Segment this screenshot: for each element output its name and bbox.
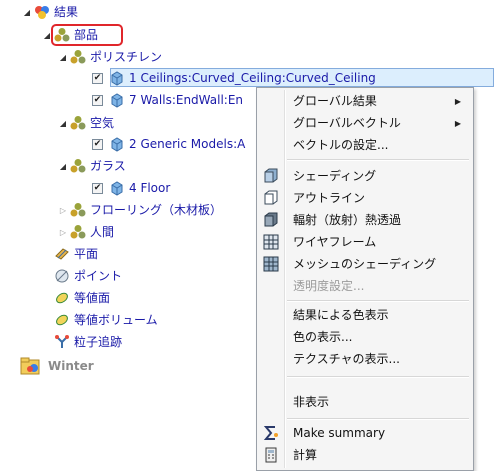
menu-separator xyxy=(287,300,469,302)
material-icon xyxy=(70,225,86,239)
tree-label: 平面 xyxy=(74,247,99,261)
menu-item-shading[interactable]: シェーディング xyxy=(259,165,471,187)
collapse-arrow-icon[interactable]: ▷ xyxy=(58,222,68,242)
material-icon xyxy=(70,116,86,130)
part-cube-icon xyxy=(111,71,123,86)
plane-icon xyxy=(55,248,69,260)
tree-item-walls[interactable]: ✔ 7 Walls:EndWall:En xyxy=(92,90,243,110)
material-icon xyxy=(70,50,86,64)
tree-label: フローリング（木材板） xyxy=(90,203,223,217)
expand-arrow-icon[interactable]: ◢ xyxy=(58,156,68,176)
visibility-checkbox[interactable]: ✔ xyxy=(92,138,103,150)
tree-label: ポリスチレン xyxy=(90,50,163,64)
results-icon xyxy=(35,6,49,19)
menu-item-radiation[interactable]: 輻射（放射）熱透過 xyxy=(259,209,471,231)
part-cube-icon xyxy=(111,181,123,196)
tree-item-air[interactable]: ◢ 空気 xyxy=(58,113,114,133)
collapse-arrow-icon[interactable]: ▷ xyxy=(58,200,68,220)
wireframe-icon xyxy=(263,234,279,250)
menu-item-make-summary[interactable]: Make summary xyxy=(259,422,471,444)
submenu-arrow-icon: ▶ xyxy=(454,96,461,106)
tree-label: Winter xyxy=(48,359,94,373)
tree-item-winter[interactable]: Winter xyxy=(20,356,94,376)
tree-item-flooring[interactable]: ▷ フローリング（木材板） xyxy=(58,200,222,220)
tree-item-ceilings[interactable]: ✔ 1 Ceilings:Curved_Ceiling:Curved_Ceili… xyxy=(92,68,376,88)
calculator-icon xyxy=(265,447,277,463)
tree-item-human[interactable]: ▷ 人間 xyxy=(58,222,114,242)
menu-item-hide[interactable]: 非表示 xyxy=(259,391,471,413)
expand-arrow-icon[interactable]: ◢ xyxy=(42,25,52,45)
material-icon xyxy=(70,159,86,173)
tree-item-plane[interactable]: 平面 xyxy=(54,244,98,264)
visibility-checkbox[interactable]: ✔ xyxy=(92,72,103,84)
visibility-checkbox[interactable]: ✔ xyxy=(92,182,103,194)
expand-arrow-icon[interactable]: ◢ xyxy=(22,2,32,22)
menu-separator xyxy=(287,376,469,378)
menu-item-mesh-shading[interactable]: メッシュのシェーディング xyxy=(259,253,471,275)
tree-item-isosurface[interactable]: 等値面 xyxy=(54,288,110,308)
parts-icon xyxy=(54,28,70,42)
tree-label: 人間 xyxy=(90,225,115,239)
scenario-folder-icon xyxy=(20,357,40,375)
isosurface-icon xyxy=(56,292,68,304)
menu-item-transparency: 透明度設定... xyxy=(293,279,365,293)
tree-label: 4 Floor xyxy=(129,181,171,195)
submenu-arrow-icon: ▶ xyxy=(454,118,461,128)
tree-label: 部品 xyxy=(74,28,99,42)
menu-item-vector-settings[interactable]: ベクトルの設定... xyxy=(259,134,471,156)
expand-arrow-icon[interactable]: ◢ xyxy=(58,113,68,133)
menu-item-show-color[interactable]: 色の表示... xyxy=(259,326,471,348)
menu-item-show-texture[interactable]: テクスチャの表示... xyxy=(259,348,471,370)
tree-item-floor[interactable]: ✔ 4 Floor xyxy=(92,178,170,198)
context-menu: グローバル結果 ▶ グローバルベクトル ▶ ベクトルの設定... シェーディング… xyxy=(256,87,474,471)
menu-item-color-by-results[interactable]: 結果による色表示 xyxy=(259,304,471,326)
outline-icon xyxy=(264,190,278,205)
tree-label: ガラス xyxy=(90,159,126,173)
tree-label: ポイント xyxy=(74,269,123,283)
particle-trace-icon xyxy=(55,335,69,348)
tree-label: 等値ボリューム xyxy=(74,313,158,327)
point-icon xyxy=(55,269,69,283)
part-cube-icon xyxy=(111,137,123,152)
visibility-checkbox[interactable]: ✔ xyxy=(92,94,103,106)
tree-label: 結果 xyxy=(54,5,79,19)
tree-item-results[interactable]: ◢ 結果 xyxy=(22,2,78,22)
material-icon xyxy=(70,203,86,217)
tree-item-point[interactable]: ポイント xyxy=(54,266,122,286)
menu-separator xyxy=(287,418,469,420)
tree-label: 粒子追跡 xyxy=(74,335,123,349)
tree-label: 空気 xyxy=(90,116,115,130)
tree-label: 2 Generic Models:A xyxy=(129,137,246,151)
shading-icon xyxy=(264,168,278,183)
tree-label: 1 Ceilings:Curved_Ceiling:Curved_Ceiling xyxy=(129,71,376,85)
tree-item-parts[interactable]: ◢ 部品 xyxy=(42,25,98,45)
menu-item-global-vectors[interactable]: グローバルベクトル ▶ xyxy=(259,112,471,134)
menu-separator xyxy=(287,159,469,161)
sigma-summary-icon xyxy=(263,426,278,440)
menu-item-global-results[interactable]: グローバル結果 ▶ xyxy=(259,90,471,112)
tree-label: 等値面 xyxy=(74,291,111,305)
tree-item-glass[interactable]: ◢ ガラス xyxy=(58,156,126,176)
menu-item-wireframe[interactable]: ワイヤフレーム xyxy=(259,231,471,253)
tree-item-generic-models[interactable]: ✔ 2 Generic Models:A xyxy=(92,134,245,154)
expand-arrow-icon[interactable]: ◢ xyxy=(58,47,68,67)
menu-item-outline[interactable]: アウトライン xyxy=(259,187,471,209)
menu-item-calculate[interactable]: 計算 xyxy=(259,444,471,466)
isovolume-icon xyxy=(56,314,68,326)
radiation-icon xyxy=(264,212,278,227)
tree-item-polystyrene[interactable]: ◢ ポリスチレン xyxy=(58,47,162,67)
part-cube-icon xyxy=(111,93,123,108)
mesh-shading-icon xyxy=(263,256,279,272)
tree-label: 7 Walls:EndWall:En xyxy=(129,93,244,107)
tree-item-particle-trace[interactable]: 粒子追跡 xyxy=(54,332,122,352)
tree-item-isovolume[interactable]: 等値ボリューム xyxy=(54,310,158,330)
